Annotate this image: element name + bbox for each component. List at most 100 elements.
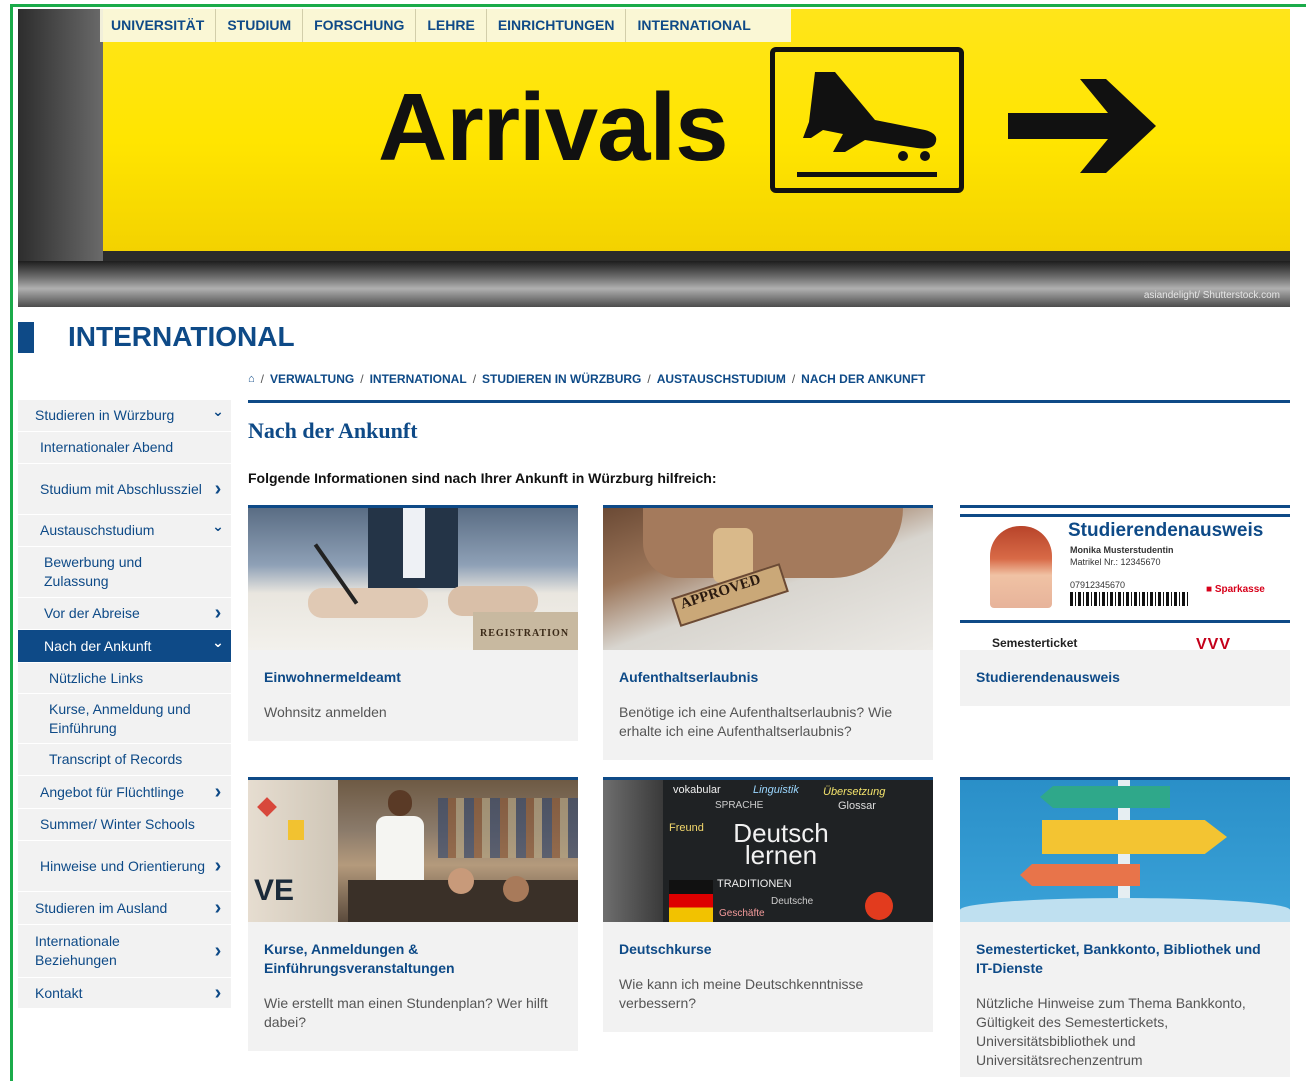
id-card-name: Monika Musterstudentin <box>1070 545 1174 555</box>
sidebar-item[interactable]: Kurse, Anmeldung und Einführung <box>18 694 231 744</box>
sidebar-item-label: Internationale Beziehungen <box>35 933 120 968</box>
sidebar-item[interactable]: Studium mit Abschlussziel › <box>18 464 231 515</box>
nav-international[interactable]: INTERNATIONAL <box>626 9 790 42</box>
image-label: VE <box>254 874 295 907</box>
sidebar-item-label: Studieren im Ausland <box>35 899 168 916</box>
card-einwohnermeldeamt[interactable]: REGISTRATION Einwohnermeldeamt Wohnsitz … <box>248 505 578 741</box>
chevron-right-icon[interactable]: › <box>205 602 231 625</box>
card-studierendenausweis[interactable]: Studierendenausweis Monika Musterstudent… <box>960 505 1290 706</box>
breadcrumb-separator: / <box>791 372 796 386</box>
breadcrumb-divider <box>248 400 1290 403</box>
page-title: Nach der Ankunft <box>248 418 418 443</box>
nav-studium[interactable]: STUDIUM <box>216 9 304 42</box>
sidebar-item[interactable]: Hinweise und Orientierung › <box>18 841 231 892</box>
chalk-word: Übersetzung <box>823 786 886 798</box>
id-card-bank: Sparkasse <box>1214 584 1265 595</box>
sidebar-item[interactable]: Nützliche Links <box>18 663 231 694</box>
sidebar-item[interactable]: Vor der Abreise › <box>18 598 231 630</box>
chalk-word: Deutsche <box>771 896 814 907</box>
chevron-down-icon[interactable]: ⌄ <box>205 518 231 535</box>
sidebar-item-label: Studieren in Würzburg <box>35 407 175 423</box>
chalk-word: Freund <box>669 822 704 834</box>
card-title[interactable]: Einwohnermeldeamt <box>248 650 578 687</box>
chalk-title: Deutsch lernen <box>733 818 829 870</box>
sidebar-item[interactable]: Austauschstudium ⌄ <box>18 515 231 547</box>
card-description: Benötige ich eine Aufenthaltserlaubnis? … <box>619 704 893 739</box>
hero-sign-text: Arrivals <box>378 74 729 181</box>
card-title[interactable]: Studierendenausweis <box>960 650 1290 687</box>
sidebar-item[interactable]: Studieren in Würzburg ⌄ <box>18 400 231 432</box>
sidebar-item-label: Austauschstudium <box>40 522 155 538</box>
card-title[interactable]: Semesterticket, Bankkonto, Bibliothek un… <box>960 922 1290 978</box>
sidebar-item[interactable]: Transcript of Records <box>18 744 231 776</box>
card-image-approved-stamp: APPROVED <box>603 508 933 650</box>
chevron-right-icon[interactable]: › <box>205 982 231 1005</box>
sidebar-item-label: Studium mit Abschlussziel <box>40 480 202 497</box>
card-kurse-anmeldungen[interactable]: VE Kurse, Anmeldungen & Einführungsveran… <box>248 777 578 1051</box>
chevron-right-icon[interactable]: › <box>205 940 231 963</box>
airplane-landing-icon <box>770 47 964 193</box>
card-title[interactable]: Aufenthaltserlaubnis <box>603 650 933 687</box>
sidebar-item-label: Nach der Ankunft <box>44 637 152 654</box>
card-description: Nützliche Hinweise zum Thema Bankkonto, … <box>976 995 1246 1068</box>
card-title[interactable]: Kurse, Anmeldungen & Einführungsveransta… <box>248 922 578 978</box>
chalk-word: vokabular <box>673 784 721 796</box>
card-image-registration: REGISTRATION <box>248 508 578 650</box>
chevron-right-icon[interactable]: › <box>205 897 231 920</box>
sidebar-item[interactable]: Internationaler Abend <box>18 432 231 464</box>
card-aufenthaltserlaubnis[interactable]: APPROVED Aufenthaltserlaubnis Benötige i… <box>603 505 933 760</box>
nav-einrichtungen[interactable]: EINRICHTUNGEN <box>487 9 627 42</box>
breadcrumb-item[interactable]: VERWALTUNG <box>270 372 354 386</box>
sidebar-item[interactable]: Nach der Ankunft ⌄ <box>18 630 231 663</box>
chalk-word: Glossar <box>838 800 876 812</box>
chalk-word: SPRACHE <box>715 800 764 811</box>
ticket-logo: VVV <box>1196 636 1232 650</box>
sidebar-item-label: Nützliche Links <box>49 669 144 686</box>
home-icon[interactable]: ⌂ <box>248 373 255 385</box>
apple-image <box>865 892 893 920</box>
sidebar-item[interactable]: Studieren im Ausland › <box>18 892 231 925</box>
sidebar-item[interactable]: Kontakt › <box>18 978 231 1009</box>
nav-lehre[interactable]: LEHRE <box>416 9 487 42</box>
sidebar-item-label: Kurse, Anmeldung und Einführung <box>49 700 191 736</box>
sign-edge <box>18 9 103 261</box>
breadcrumb-item[interactable]: STUDIEREN IN WÜRZBURG <box>482 372 641 386</box>
card-deutschkurse[interactable]: vokabular Linguistik Übersetzung SPRACHE… <box>603 777 933 1032</box>
breadcrumb-separator: / <box>647 372 651 386</box>
sidebar-item-label: Hinweise und Orientierung <box>40 857 205 874</box>
card-image-signpost <box>960 780 1290 922</box>
sidebar-navigation: Studieren in Würzburg ⌄ Internationaler Ab… <box>18 400 231 1009</box>
breadcrumb-item[interactable]: INTERNATIONAL <box>370 372 467 386</box>
sidebar-item[interactable]: Internationale Beziehungen › <box>18 925 231 978</box>
sidebar-item[interactable]: Bewerbung und Zulassung <box>18 547 231 598</box>
card-image-chalkboard: vokabular Linguistik Übersetzung SPRACHE… <box>603 780 933 922</box>
breadcrumb-separator: / <box>472 372 477 386</box>
sidebar-item[interactable]: Angebot für Flüchtlinge › <box>18 776 231 809</box>
chalk-word: Geschäfte <box>719 908 765 919</box>
nav-forschung[interactable]: FORSCHUNG <box>303 9 417 42</box>
sidebar-item-label: Angebot für Flüchtlinge <box>40 783 184 800</box>
flag-image <box>669 880 713 922</box>
chevron-right-icon[interactable]: › <box>205 478 231 501</box>
card-semesterticket[interactable]: Semesterticket, Bankkonto, Bibliothek un… <box>960 777 1290 1077</box>
card-description: Wie erstellt man einen Stundenplan? Wer … <box>264 995 548 1030</box>
breadcrumb-separator: / <box>260 372 264 386</box>
breadcrumb: ⌂ / VERWALTUNG / INTERNATIONAL / STUDIER… <box>248 372 925 386</box>
id-card-number: 07912345670 <box>1070 580 1126 590</box>
chalk-word: TRADITIONEN <box>717 878 792 890</box>
card-title[interactable]: Deutschkurse <box>603 922 933 959</box>
sidebar-item[interactable]: Summer/ Winter Schools <box>18 809 231 841</box>
card-description: Wie kann ich meine Deutschkenntnisse ver… <box>619 976 864 1011</box>
image-credit: asiandelight/ Shutterstock.com <box>1143 290 1280 301</box>
chevron-right-icon[interactable]: › <box>205 781 231 804</box>
chevron-down-icon[interactable]: ⌄ <box>205 634 231 651</box>
chevron-right-icon[interactable]: › <box>205 855 231 878</box>
hero-floor <box>18 261 1290 307</box>
breadcrumb-item[interactable]: AUSTAUSCHSTUDIUM <box>657 372 786 386</box>
sidebar-item-label: Vor der Abreise <box>44 605 140 621</box>
breadcrumb-item-current[interactable]: NACH DER ANKUNFT <box>801 372 925 386</box>
arrow-right-icon <box>1008 79 1156 173</box>
chevron-down-icon[interactable]: ⌄ <box>205 403 231 420</box>
nav-universitaet[interactable]: UNIVERSITÄT <box>100 9 217 42</box>
chalk-word: Linguistik <box>753 784 799 796</box>
